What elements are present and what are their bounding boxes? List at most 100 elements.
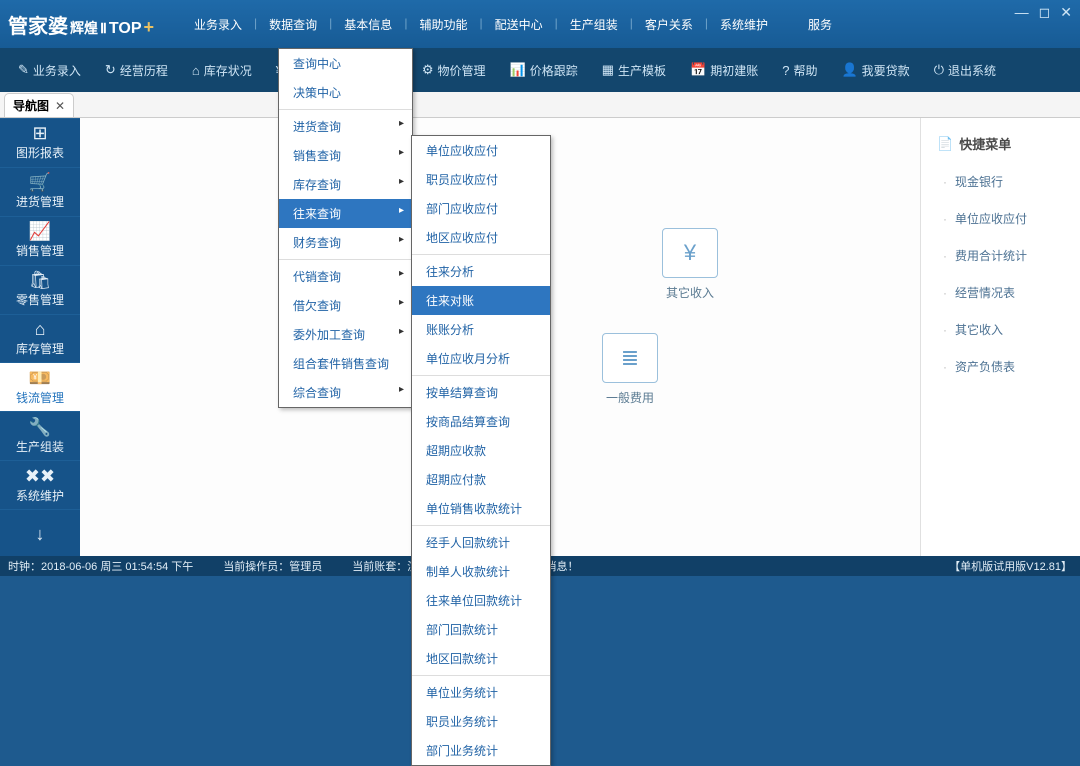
tile-一般费用[interactable]: ≣一般费用 (580, 333, 680, 406)
tool-物价管理[interactable]: ⚙物价管理 (410, 62, 498, 79)
menu-item-部门业务统计[interactable]: 部门业务统计 (412, 736, 550, 765)
tool-我要贷款[interactable]: 👤我要贷款 (829, 62, 921, 79)
logo-sub: 辉煌 (70, 18, 98, 38)
menu-item-往来分析[interactable]: 往来分析 (412, 257, 550, 286)
sidebar-item-库存管理[interactable]: ⌂库存管理 (0, 314, 80, 363)
退出系统-icon: ⏻ (934, 62, 944, 78)
价格跟踪-icon: 📊 (510, 62, 526, 78)
top-menu-服务[interactable]: 服务 (798, 12, 842, 37)
sidebar-item-系统维护[interactable]: ✖✖系统维护 (0, 460, 80, 509)
其它收入-icon: ¥ (662, 228, 718, 278)
menu-item-制单人收款统计[interactable]: 制单人收款统计 (412, 557, 550, 586)
tab-close-icon[interactable]: ✕ (55, 99, 65, 113)
系统维护-icon: ✖✖ (25, 467, 55, 485)
maximize-button[interactable]: ◻ (1039, 4, 1051, 21)
sidebar-item-进货管理[interactable]: 🛒进货管理 (0, 167, 80, 216)
menu-item-职员应收应付[interactable]: 职员应收应付 (412, 165, 550, 194)
menu-item-往来对账[interactable]: 往来对账 (412, 286, 550, 315)
menu-item-地区回款统计[interactable]: 地区回款统计 (412, 644, 550, 673)
menu-item-委外加工查询[interactable]: 委外加工查询 (279, 320, 412, 349)
sidebar-item-销售管理[interactable]: 📈销售管理 (0, 216, 80, 265)
menu-item-往来查询[interactable]: 往来查询 (279, 199, 412, 228)
menu-item-账账分析[interactable]: 账账分析 (412, 315, 550, 344)
menu-item-单位应收月分析[interactable]: 单位应收月分析 (412, 344, 550, 373)
tab-row: 导航图 ✕ (0, 92, 1080, 118)
业务录入-icon: ✎ (18, 62, 29, 78)
tab-navigation-map[interactable]: 导航图 ✕ (4, 93, 74, 117)
quick-link-资产负债表[interactable]: 资产负债表 (921, 348, 1080, 385)
logo-main: 管家婆 (8, 10, 68, 39)
tool-期初建账[interactable]: 📅期初建账 (678, 62, 770, 79)
top-menu-基本信息[interactable]: 基本信息 (334, 12, 402, 37)
menu-item-部门应收应付[interactable]: 部门应收应付 (412, 194, 550, 223)
top-menu-客户关系[interactable]: 客户关系 (635, 12, 703, 37)
menu-item-超期应收款[interactable]: 超期应收款 (412, 436, 550, 465)
menu-item-决策中心[interactable]: 决策中心 (279, 78, 412, 107)
quick-link-其它收入[interactable]: 其它收入 (921, 311, 1080, 348)
logo-plus: + (144, 17, 155, 38)
tool-价格跟踪[interactable]: 📊价格跟踪 (498, 62, 590, 79)
app-logo: 管家婆 辉煌 Ⅱ TOP + (8, 10, 154, 39)
tool-经营历程[interactable]: ↻经营历程 (93, 62, 180, 79)
tool-业务录入[interactable]: ✎业务录入 (6, 62, 93, 79)
sidebar-item-more[interactable]: ↓ (0, 509, 80, 558)
window-controls: — ◻ ✕ (1015, 4, 1072, 21)
top-menu-生产组装[interactable]: 生产组装 (560, 12, 628, 37)
sidebar-item-零售管理[interactable]: 🛍零售管理 (0, 265, 80, 314)
menu-item-按单结算查询[interactable]: 按单结算查询 (412, 378, 550, 407)
top-menu-系统维护[interactable]: 系统维护 (710, 12, 778, 37)
sidebar-item-生产组装[interactable]: 🔧生产组装 (0, 411, 80, 460)
status-operator: 当前操作员：管理员 (223, 558, 322, 574)
menu-item-进货查询[interactable]: 进货查询 (279, 112, 412, 141)
menu-item-销售查询[interactable]: 销售查询 (279, 141, 412, 170)
库存管理-icon: ⌂ (35, 320, 46, 338)
quick-link-经营情况表[interactable]: 经营情况表 (921, 274, 1080, 311)
sidebar-item-图形报表[interactable]: ⊞图形报表 (0, 118, 80, 167)
menu-item-财务查询[interactable]: 财务查询 (279, 228, 412, 257)
经营历程-icon: ↻ (105, 62, 116, 78)
tool-库存状况[interactable]: ⌂库存状况 (180, 62, 264, 79)
logo-top: TOP (109, 20, 142, 38)
物价管理-icon: ⚙ (422, 62, 434, 78)
status-time: 时钟：2018-06-06 周三 01:54:54 下午 (8, 558, 193, 574)
quick-menu-panel: 快捷菜单 现金银行单位应收应付费用合计统计经营情况表其它收入资产负债表 (920, 118, 1080, 558)
menu-item-单位业务统计[interactable]: 单位业务统计 (412, 678, 550, 707)
menu-item-单位销售收款统计[interactable]: 单位销售收款统计 (412, 494, 550, 523)
menu-item-借欠查询[interactable]: 借欠查询 (279, 291, 412, 320)
title-bar: 管家婆 辉煌 Ⅱ TOP + 业务录入|数据查询|基本信息|辅助功能|配送中心|… (0, 0, 1080, 48)
menu-item-职员业务统计[interactable]: 职员业务统计 (412, 707, 550, 736)
tab-label: 导航图 (13, 97, 49, 114)
quick-link-单位应收应付[interactable]: 单位应收应付 (921, 200, 1080, 237)
top-menu-配送中心[interactable]: 配送中心 (485, 12, 553, 37)
quick-link-现金银行[interactable]: 现金银行 (921, 163, 1080, 200)
图形报表-icon: ⊞ (32, 124, 47, 142)
menu-item-超期应付款[interactable]: 超期应付款 (412, 465, 550, 494)
top-menu-数据查询[interactable]: 数据查询 (259, 12, 327, 37)
logo-roman: Ⅱ (100, 20, 107, 37)
tool-退出系统[interactable]: ⏻退出系统 (922, 62, 1008, 79)
menu-item-往来单位回款统计[interactable]: 往来单位回款统计 (412, 586, 550, 615)
top-menu-辅助功能[interactable]: 辅助功能 (409, 12, 477, 37)
tool-帮助[interactable]: ?帮助 (770, 62, 829, 79)
menu-item-综合查询[interactable]: 综合查询 (279, 378, 412, 407)
quick-link-费用合计统计[interactable]: 费用合计统计 (921, 237, 1080, 274)
menu-item-部门回款统计[interactable]: 部门回款统计 (412, 615, 550, 644)
menu-item-库存查询[interactable]: 库存查询 (279, 170, 412, 199)
dropdown-receivable-query: 单位应收应付职员应收应付部门应收应付地区应收应付往来分析往来对账账账分析单位应收… (411, 135, 551, 766)
more-icon: ↓ (36, 525, 45, 543)
top-menu-业务录入[interactable]: 业务录入 (184, 12, 252, 37)
menu-item-查询中心[interactable]: 查询中心 (279, 49, 412, 78)
menu-item-按商品结算查询[interactable]: 按商品结算查询 (412, 407, 550, 436)
menu-item-地区应收应付[interactable]: 地区应收应付 (412, 223, 550, 252)
menu-item-单位应收应付[interactable]: 单位应收应付 (412, 136, 550, 165)
menu-item-代销查询[interactable]: 代销查询 (279, 262, 412, 291)
tool-生产模板[interactable]: ▦生产模板 (590, 62, 678, 79)
minimize-button[interactable]: — (1015, 4, 1029, 21)
close-button[interactable]: ✕ (1060, 4, 1072, 21)
dropdown-data-query: 查询中心决策中心进货查询销售查询库存查询往来查询财务查询代销查询借欠查询委外加工… (278, 48, 413, 408)
销售管理-icon: 📈 (29, 222, 51, 240)
menu-item-经手人回款统计[interactable]: 经手人回款统计 (412, 528, 550, 557)
tile-其它收入[interactable]: ¥其它收入 (640, 228, 740, 301)
menu-item-组合套件销售查询[interactable]: 组合套件销售查询 (279, 349, 412, 378)
sidebar-item-钱流管理[interactable]: 💴钱流管理 (0, 362, 80, 411)
